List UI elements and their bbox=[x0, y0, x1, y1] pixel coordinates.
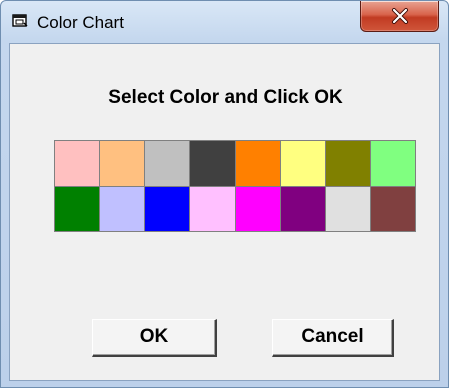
cancel-button[interactable]: Cancel bbox=[272, 319, 394, 357]
title-bar[interactable]: Color Chart bbox=[1, 1, 448, 43]
dialog-client-area: Select Color and Click OK OK Cancel bbox=[9, 43, 440, 381]
instruction-heading: Select Color and Click OK bbox=[108, 87, 343, 108]
close-icon bbox=[392, 8, 408, 24]
color-swatch[interactable] bbox=[190, 141, 235, 186]
color-swatch[interactable] bbox=[145, 141, 190, 186]
color-swatch[interactable] bbox=[100, 141, 145, 186]
color-swatch[interactable] bbox=[55, 141, 100, 186]
color-swatch[interactable] bbox=[190, 186, 235, 231]
window-title: Color Chart bbox=[37, 13, 124, 32]
color-chart-window: Color Chart Select Color and Click OK OK… bbox=[0, 0, 449, 388]
color-swatch[interactable] bbox=[325, 186, 370, 231]
color-swatch[interactable] bbox=[55, 186, 100, 231]
color-palette bbox=[54, 140, 416, 232]
color-swatch[interactable] bbox=[370, 186, 415, 231]
color-swatch[interactable] bbox=[235, 141, 280, 186]
color-swatch[interactable] bbox=[145, 186, 190, 231]
color-swatch[interactable] bbox=[280, 186, 325, 231]
color-swatch[interactable] bbox=[100, 186, 145, 231]
color-swatch[interactable] bbox=[325, 141, 370, 186]
color-swatch[interactable] bbox=[235, 186, 280, 231]
color-swatch[interactable] bbox=[280, 141, 325, 186]
app-window-icon bbox=[12, 14, 28, 28]
color-swatch[interactable] bbox=[370, 141, 415, 186]
ok-button[interactable]: OK bbox=[92, 319, 217, 357]
close-button[interactable] bbox=[360, 1, 439, 32]
